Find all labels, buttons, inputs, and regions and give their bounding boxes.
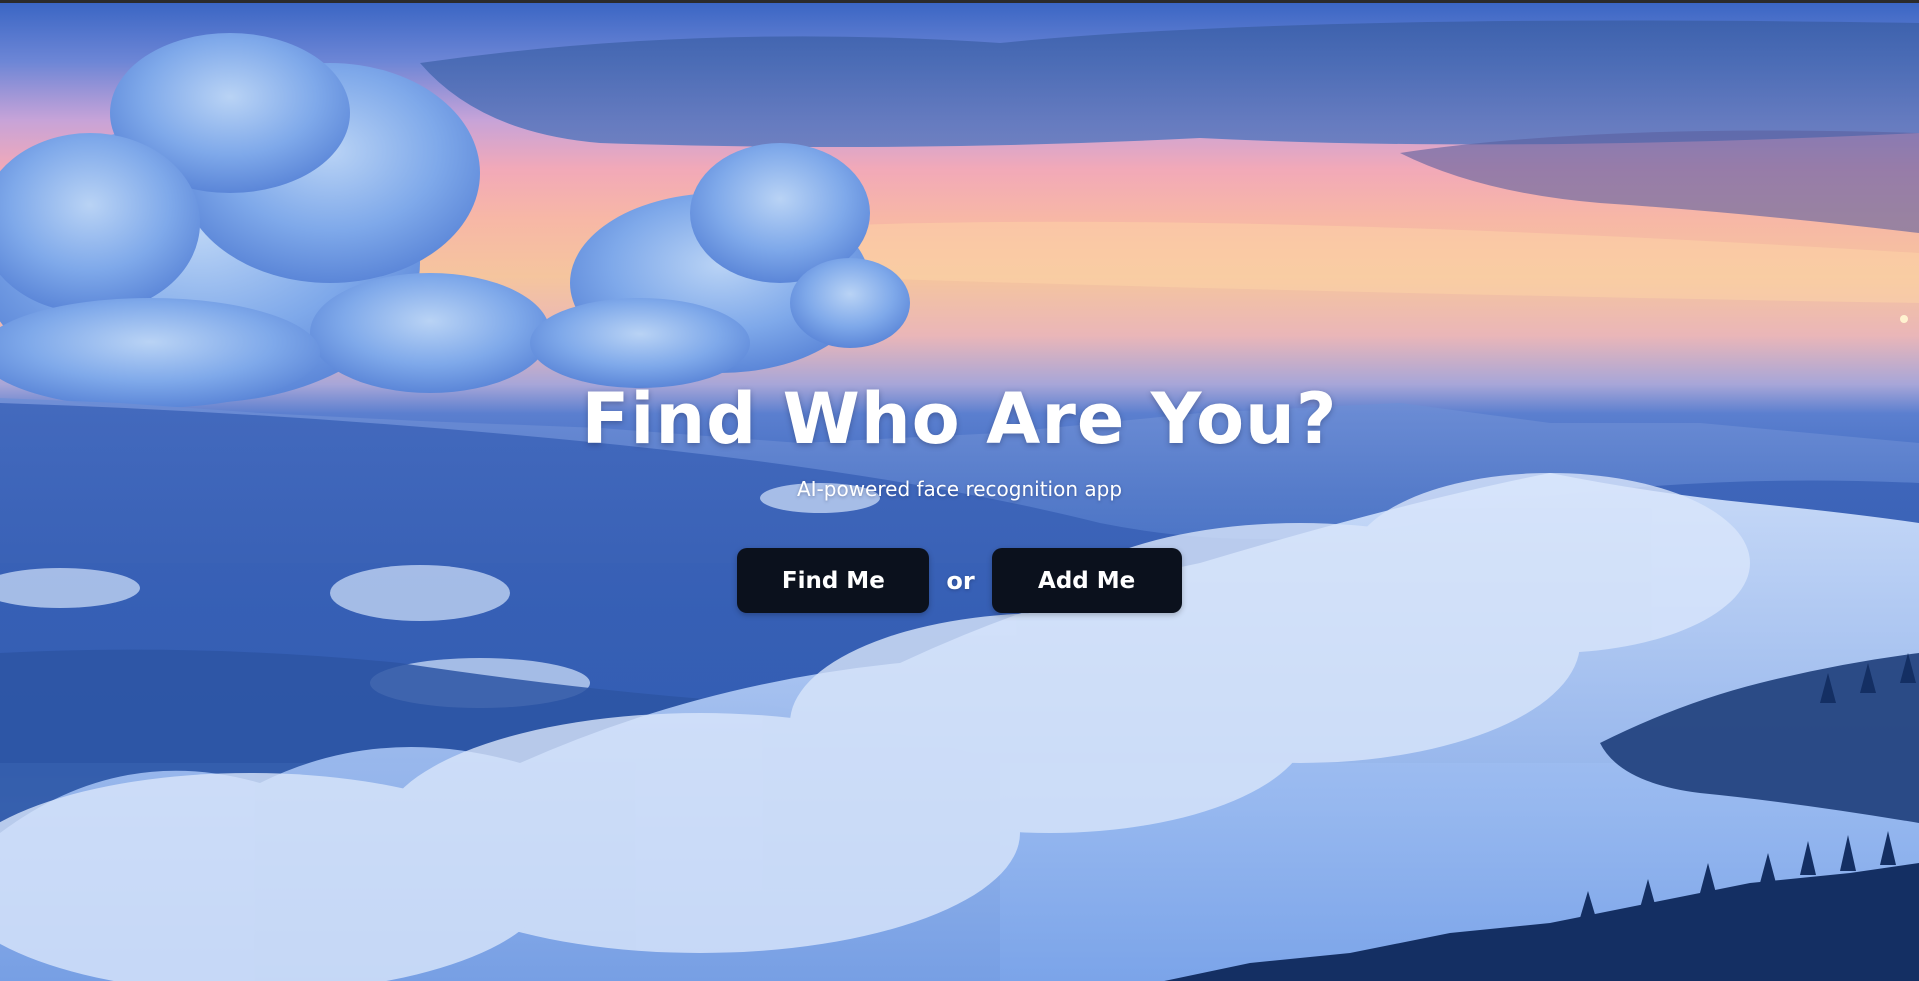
hero-content: Find Who Are You? AI-powered face recogn… <box>0 3 1919 981</box>
hero-section: Find Who Are You? AI-powered face recogn… <box>0 0 1919 981</box>
find-me-button[interactable]: Find Me <box>737 548 930 613</box>
page-subtitle: AI-powered face recognition app <box>796 477 1123 501</box>
add-me-button[interactable]: Add Me <box>991 548 1182 613</box>
hero-actions: Find Me or Add Me <box>0 548 1919 613</box>
or-separator: or <box>946 566 975 595</box>
page-title: Find Who Are You? <box>581 378 1338 460</box>
